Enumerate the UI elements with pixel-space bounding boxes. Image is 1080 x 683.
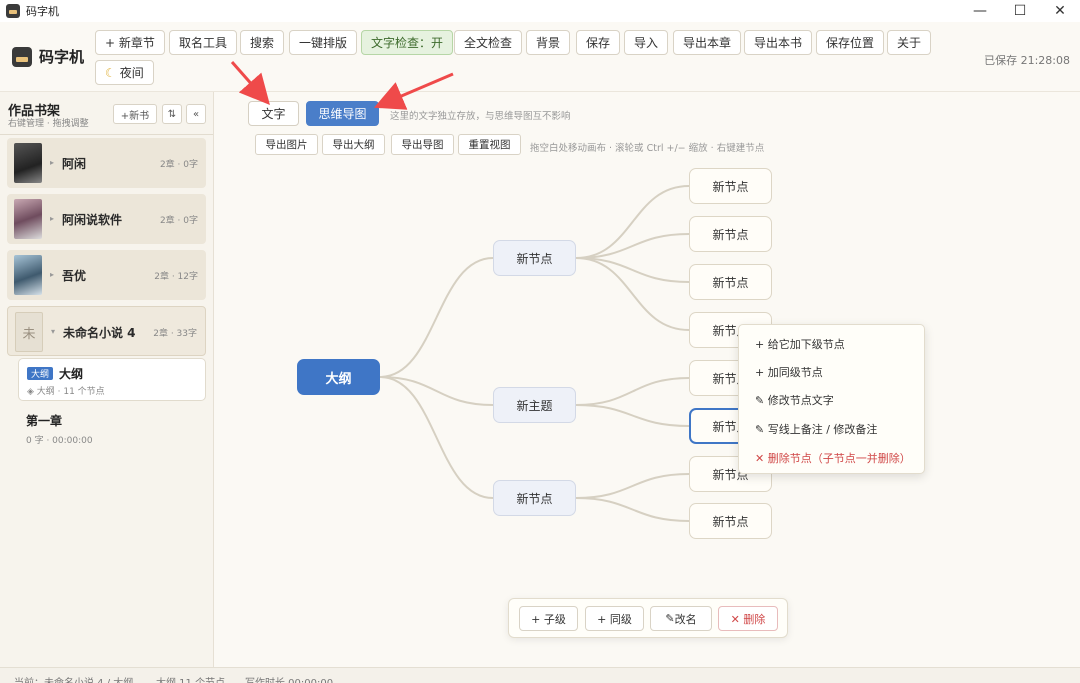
night-mode-label: 夜间 (119, 66, 144, 80)
bookshelf-subtitle: 右键管理 · 拖拽调整 (8, 119, 89, 129)
book-cover-placeholder: 未 (15, 312, 43, 352)
outline-meta: ◈ 大纲 · 11 个节点 (27, 387, 105, 397)
tab-text-mode[interactable]: 文字 (248, 101, 299, 126)
new-book-button[interactable]: +新书 (113, 104, 157, 124)
rename-node-menu-item[interactable]: ✎ 修改节点文字 (755, 392, 834, 408)
status-node-count: 大纲 11 个节点 (156, 674, 225, 683)
edit-note-menu-item[interactable]: ✎ 写线上备注 / 修改备注 (755, 421, 877, 437)
collapse-caret-icon[interactable]: ▾ (51, 327, 55, 336)
mode-hint: 这里的文字独立存放，与思维导图互不影响 (390, 111, 571, 122)
expand-caret-icon[interactable]: ▸ (50, 158, 54, 167)
pencil-icon: ✎ (665, 612, 675, 625)
add-sibling-menu-item[interactable]: + 加同级节点 (755, 364, 823, 380)
chapter-meta: 0 字 · 00:00:00 (26, 436, 93, 446)
mindmap-branch-node[interactable]: 新节点 (493, 240, 576, 276)
app-name: 码字机 (39, 48, 85, 66)
book-name: 阿闲 (62, 157, 87, 171)
rename-button-label: 改名 (674, 612, 697, 626)
typewriter-logo-icon (12, 46, 32, 67)
add-child-button[interactable]: + 子级 (519, 606, 578, 631)
save-status: 已保存 21:28:08 (984, 54, 1070, 67)
expand-caret-icon[interactable]: ▸ (50, 214, 54, 223)
outline-tag-badge: 大纲 (27, 367, 54, 380)
background-button[interactable]: 背景 (526, 30, 571, 55)
mindmap-root-node[interactable]: 大纲 (297, 359, 380, 395)
outline-name: 大纲 (59, 367, 84, 381)
book-item[interactable]: ▸ 阿闲 2章 · 0字 (7, 138, 206, 188)
chapter-name: 第一章 (26, 414, 63, 428)
edit-note-label: 写线上备注 / 修改备注 (767, 423, 878, 436)
export-image-button[interactable]: 导出图片 (255, 134, 318, 155)
collapse-sidebar-icon[interactable]: « (186, 104, 206, 124)
save-button[interactable]: 保存 (576, 30, 621, 55)
book-cover (14, 199, 42, 239)
window-titlebar: 码字机 — ☐ ✕ (0, 0, 1080, 22)
one-click-format-button[interactable]: 一键排版 (289, 30, 358, 55)
chapter-item[interactable]: 第一章 0 字 · 00:00:00 (26, 412, 93, 446)
export-chapter-button[interactable]: 导出本章 (673, 30, 742, 55)
minimize-icon[interactable]: — (960, 0, 1000, 22)
window-controls: — ☐ ✕ (960, 0, 1080, 22)
book-item-selected[interactable]: 未 ▾ 未命名小说 4 2章 · 33字 (7, 306, 206, 356)
book-meta: 2章 · 12字 (154, 272, 198, 282)
import-button[interactable]: 导入 (624, 30, 669, 55)
add-sibling-button[interactable]: + 同级 (585, 606, 644, 631)
book-name: 阿闲说软件 (62, 213, 123, 227)
save-location-button[interactable]: 保存位置 (816, 30, 885, 55)
node-context-menu: + 给它加下级节点 + 加同级节点 ✎ 修改节点文字 ✎ 写线上备注 / 修改备… (738, 324, 925, 474)
app-header: 码字机 + 新章节 取名工具 搜索 一键排版 文字检查：开 全文检查 背景 保存… (0, 22, 1080, 92)
book-cover (14, 255, 42, 295)
brand: 码字机 (12, 46, 84, 67)
moon-icon: ☾ (105, 65, 116, 80)
book-meta: 2章 · 0字 (159, 160, 198, 170)
tab-mindmap-mode[interactable]: 思维导图 (306, 101, 379, 126)
expand-caret-icon[interactable]: ▸ (50, 270, 54, 279)
window-title: 码字机 (26, 5, 59, 18)
book-name: 吾优 (62, 269, 87, 283)
outline-item[interactable]: 大纲 大纲 ◈ 大纲 · 11 个节点 (18, 358, 206, 401)
mindmap-leaf-node[interactable]: 新节点 (689, 503, 772, 539)
status-writing-time: 写作时长 00:00:00 (245, 674, 333, 683)
book-cover (14, 143, 42, 183)
pencil-icon: ✎ (755, 394, 768, 407)
export-map-button[interactable]: 导出导图 (391, 134, 454, 155)
sidebar-divider (0, 134, 213, 135)
night-mode-button[interactable]: ☾ 夜间 (95, 60, 154, 85)
node-action-bar: + 子级 + 同级 ✎ 改名 ✕ 删除 (508, 598, 788, 638)
maximize-icon[interactable]: ☐ (1000, 0, 1040, 22)
bookshelf-sidebar: 作品书架 右键管理 · 拖拽调整 +新书 ⇅ « ▸ 阿闲 2章 · 0字 ▸ … (0, 92, 214, 667)
pencil-icon: ✎ (755, 423, 768, 436)
canvas-hint: 拖空白处移动画布 · 滚轮或 Ctrl +/− 缩放 · 右键建节点 (530, 143, 765, 154)
rename-node-label: 修改节点文字 (767, 394, 834, 407)
new-chapter-button[interactable]: + 新章节 (95, 30, 165, 55)
full-check-button[interactable]: 全文检查 (454, 30, 523, 55)
book-meta: 2章 · 0字 (159, 216, 198, 226)
app-icon (6, 4, 20, 18)
sort-icon[interactable]: ⇅ (162, 104, 182, 124)
about-button[interactable]: 关于 (887, 30, 932, 55)
book-item[interactable]: ▸ 阿闲说软件 2章 · 0字 (7, 194, 206, 244)
mindmap-leaf-node[interactable]: 新节点 (689, 216, 772, 252)
book-meta: 2章 · 33字 (153, 329, 197, 339)
close-icon[interactable]: ✕ (1040, 0, 1080, 22)
mindmap-leaf-node[interactable]: 新节点 (689, 264, 772, 300)
export-book-button[interactable]: 导出本书 (744, 30, 813, 55)
search-button[interactable]: 搜索 (240, 30, 285, 55)
rename-button[interactable]: ✎ 改名 (650, 606, 712, 631)
reset-view-button[interactable]: 重置视图 (458, 134, 521, 155)
status-current: 当前：未命名小说 4 / 大纲 (14, 674, 133, 683)
status-bar: 当前：未命名小说 4 / 大纲 大纲 11 个节点 写作时长 00:00:00 (0, 667, 1080, 683)
text-check-toggle[interactable]: 文字检查：开 (361, 30, 454, 55)
export-outline-button[interactable]: 导出大纲 (322, 134, 385, 155)
mindmap-branch-node[interactable]: 新主题 (493, 387, 576, 423)
book-item[interactable]: ▸ 吾优 2章 · 12字 (7, 250, 206, 300)
book-name: 未命名小说 4 (63, 326, 136, 340)
add-child-menu-item[interactable]: + 给它加下级节点 (755, 336, 845, 352)
delete-button[interactable]: ✕ 删除 (718, 606, 778, 631)
delete-node-menu-item[interactable]: ✕ 删除节点（子节点一并删除） (755, 450, 911, 466)
mindmap-branch-node[interactable]: 新节点 (493, 480, 576, 516)
naming-tool-button[interactable]: 取名工具 (169, 30, 238, 55)
mindmap-leaf-node[interactable]: 新节点 (689, 168, 772, 204)
